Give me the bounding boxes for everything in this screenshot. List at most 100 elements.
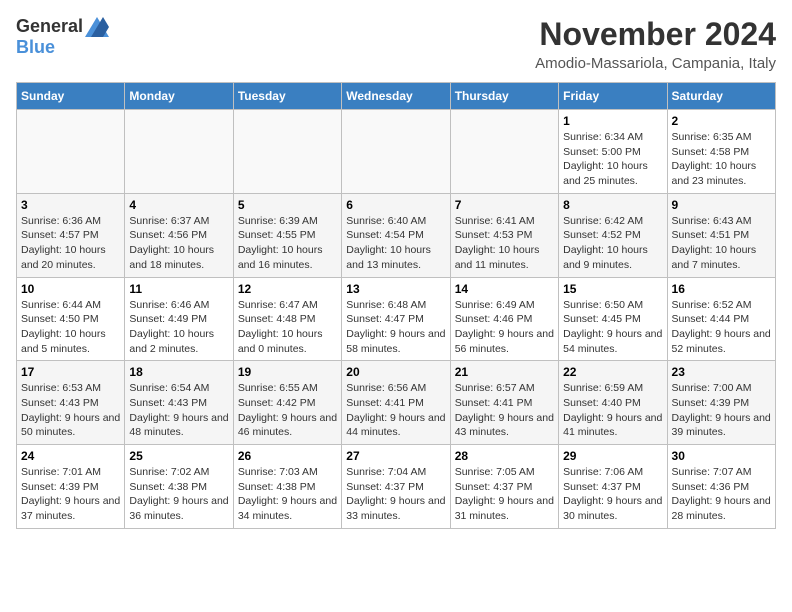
calendar-week-2: 10Sunrise: 6:44 AMSunset: 4:50 PMDayligh… bbox=[17, 277, 776, 361]
day-detail: Sunrise: 6:34 AMSunset: 5:00 PMDaylight:… bbox=[563, 130, 662, 189]
calendar-week-1: 3 Sunrise: 6:36 AMSunset: 4:57 PMDaylight… bbox=[17, 193, 776, 277]
calendar-header-row: SundayMondayTuesdayWednesdayThursdayFrid… bbox=[17, 83, 776, 110]
day-number: 19 bbox=[238, 365, 337, 379]
calendar-cell bbox=[17, 110, 125, 194]
day-detail: Sunrise: 7:05 AMSunset: 4:37 PMDaylight:… bbox=[455, 465, 554, 524]
day-number: 11 bbox=[129, 282, 228, 296]
weekday-header-saturday: Saturday bbox=[667, 83, 775, 110]
calendar-cell: 6 Sunrise: 6:40 AMSunset: 4:54 PMDaylight… bbox=[342, 193, 450, 277]
day-number: 25 bbox=[129, 449, 228, 463]
calendar-cell: 14Sunrise: 6:49 AMSunset: 4:46 PMDayligh… bbox=[450, 277, 558, 361]
calendar-week-3: 17Sunrise: 6:53 AMSunset: 4:43 PMDayligh… bbox=[17, 361, 776, 445]
day-detail: Sunrise: 7:02 AMSunset: 4:38 PMDaylight:… bbox=[129, 465, 228, 524]
day-number: 30 bbox=[672, 449, 771, 463]
day-number: 28 bbox=[455, 449, 554, 463]
day-detail: Sunrise: 6:50 AMSunset: 4:45 PMDaylight:… bbox=[563, 298, 662, 357]
day-number: 20 bbox=[346, 365, 445, 379]
calendar-cell: 9Sunrise: 6:43 AMSunset: 4:51 PMDaylight… bbox=[667, 193, 775, 277]
day-number: 22 bbox=[563, 365, 662, 379]
day-number: 29 bbox=[563, 449, 662, 463]
day-number: 23 bbox=[672, 365, 771, 379]
calendar-cell: 17Sunrise: 6:53 AMSunset: 4:43 PMDayligh… bbox=[17, 361, 125, 445]
day-detail: Sunrise: 7:06 AMSunset: 4:37 PMDaylight:… bbox=[563, 465, 662, 524]
day-detail: Sunrise: 6:57 AMSunset: 4:41 PMDaylight:… bbox=[455, 381, 554, 440]
day-detail: Sunrise: 6:59 AMSunset: 4:40 PMDaylight:… bbox=[563, 381, 662, 440]
calendar-cell: 27 Sunrise: 7:04 AMSunset: 4:37 PMDayligh… bbox=[342, 445, 450, 529]
calendar-cell: 21 Sunrise: 6:57 AMSunset: 4:41 PMDayligh… bbox=[450, 361, 558, 445]
logo-general-text: General bbox=[16, 16, 83, 37]
day-number: 18 bbox=[129, 365, 228, 379]
day-number: 26 bbox=[238, 449, 337, 463]
calendar-cell: 7 Sunrise: 6:41 AMSunset: 4:53 PMDaylight… bbox=[450, 193, 558, 277]
weekday-header-monday: Monday bbox=[125, 83, 233, 110]
calendar-cell: 24Sunrise: 7:01 AMSunset: 4:39 PMDayligh… bbox=[17, 445, 125, 529]
calendar-cell: 8 Sunrise: 6:42 AMSunset: 4:52 PMDaylight… bbox=[559, 193, 667, 277]
day-number: 8 bbox=[563, 198, 662, 212]
day-number: 27 bbox=[346, 449, 445, 463]
day-detail: Sunrise: 6:37 AMSunset: 4:56 PMDaylight:… bbox=[129, 214, 228, 273]
day-number: 7 bbox=[455, 198, 554, 212]
day-detail: Sunrise: 6:36 AMSunset: 4:57 PMDaylight:… bbox=[21, 214, 120, 273]
day-detail: Sunrise: 6:47 AMSunset: 4:48 PMDaylight:… bbox=[238, 298, 337, 357]
day-detail: Sunrise: 6:35 AMSunset: 4:58 PMDaylight:… bbox=[672, 130, 771, 189]
calendar-table: SundayMondayTuesdayWednesdayThursdayFrid… bbox=[16, 82, 776, 529]
calendar-cell: 5 Sunrise: 6:39 AMSunset: 4:55 PMDaylight… bbox=[233, 193, 341, 277]
logo-icon bbox=[85, 17, 109, 37]
calendar-week-4: 24Sunrise: 7:01 AMSunset: 4:39 PMDayligh… bbox=[17, 445, 776, 529]
day-detail: Sunrise: 6:42 AMSunset: 4:52 PMDaylight:… bbox=[563, 214, 662, 273]
day-detail: Sunrise: 6:52 AMSunset: 4:44 PMDaylight:… bbox=[672, 298, 771, 357]
day-detail: Sunrise: 6:49 AMSunset: 4:46 PMDaylight:… bbox=[455, 298, 554, 357]
calendar-cell: 12 Sunrise: 6:47 AMSunset: 4:48 PMDayligh… bbox=[233, 277, 341, 361]
calendar-cell: 25 Sunrise: 7:02 AMSunset: 4:38 PMDayligh… bbox=[125, 445, 233, 529]
calendar-body: 1 Sunrise: 6:34 AMSunset: 5:00 PMDaylight… bbox=[17, 110, 776, 529]
day-number: 3 bbox=[21, 198, 120, 212]
day-detail: Sunrise: 6:39 AMSunset: 4:55 PMDaylight:… bbox=[238, 214, 337, 273]
logo: General Blue bbox=[16, 16, 109, 58]
weekday-header-sunday: Sunday bbox=[17, 83, 125, 110]
day-number: 4 bbox=[129, 198, 228, 212]
calendar-cell: 2 Sunrise: 6:35 AMSunset: 4:58 PMDaylight… bbox=[667, 110, 775, 194]
day-detail: Sunrise: 6:48 AMSunset: 4:47 PMDaylight:… bbox=[346, 298, 445, 357]
day-number: 5 bbox=[238, 198, 337, 212]
calendar-week-0: 1 Sunrise: 6:34 AMSunset: 5:00 PMDaylight… bbox=[17, 110, 776, 194]
day-number: 1 bbox=[563, 114, 662, 128]
day-number: 2 bbox=[672, 114, 771, 128]
day-detail: Sunrise: 6:40 AMSunset: 4:54 PMDaylight:… bbox=[346, 214, 445, 273]
calendar-cell bbox=[342, 110, 450, 194]
page-header: General Blue November 2024 Amodio-Massar… bbox=[16, 16, 776, 72]
title-area: November 2024 Amodio-Massariola, Campani… bbox=[535, 16, 776, 72]
day-number: 21 bbox=[455, 365, 554, 379]
calendar-cell: 28 Sunrise: 7:05 AMSunset: 4:37 PMDayligh… bbox=[450, 445, 558, 529]
day-detail: Sunrise: 6:55 AMSunset: 4:42 PMDaylight:… bbox=[238, 381, 337, 440]
day-number: 6 bbox=[346, 198, 445, 212]
day-detail: Sunrise: 7:04 AMSunset: 4:37 PMDaylight:… bbox=[346, 465, 445, 524]
day-number: 15 bbox=[563, 282, 662, 296]
day-number: 24 bbox=[21, 449, 120, 463]
calendar-cell: 19 Sunrise: 6:55 AMSunset: 4:42 PMDayligh… bbox=[233, 361, 341, 445]
calendar-cell: 3 Sunrise: 6:36 AMSunset: 4:57 PMDaylight… bbox=[17, 193, 125, 277]
calendar-cell: 18Sunrise: 6:54 AMSunset: 4:43 PMDayligh… bbox=[125, 361, 233, 445]
day-detail: Sunrise: 6:41 AMSunset: 4:53 PMDaylight:… bbox=[455, 214, 554, 273]
day-number: 12 bbox=[238, 282, 337, 296]
calendar-cell: 4 Sunrise: 6:37 AMSunset: 4:56 PMDaylight… bbox=[125, 193, 233, 277]
calendar-cell bbox=[125, 110, 233, 194]
calendar-cell: 11 Sunrise: 6:46 AMSunset: 4:49 PMDayligh… bbox=[125, 277, 233, 361]
calendar-cell: 30 Sunrise: 7:07 AMSunset: 4:36 PMDayligh… bbox=[667, 445, 775, 529]
calendar-cell: 29 Sunrise: 7:06 AMSunset: 4:37 PMDayligh… bbox=[559, 445, 667, 529]
location-title: Amodio-Massariola, Campania, Italy bbox=[535, 55, 776, 72]
day-number: 9 bbox=[672, 198, 771, 212]
day-detail: Sunrise: 7:00 AMSunset: 4:39 PMDaylight:… bbox=[672, 381, 771, 440]
weekday-header-wednesday: Wednesday bbox=[342, 83, 450, 110]
calendar-cell: 22 Sunrise: 6:59 AMSunset: 4:40 PMDayligh… bbox=[559, 361, 667, 445]
day-detail: Sunrise: 6:46 AMSunset: 4:49 PMDaylight:… bbox=[129, 298, 228, 357]
calendar-cell: 10Sunrise: 6:44 AMSunset: 4:50 PMDayligh… bbox=[17, 277, 125, 361]
calendar-cell: 16 Sunrise: 6:52 AMSunset: 4:44 PMDayligh… bbox=[667, 277, 775, 361]
weekday-header-tuesday: Tuesday bbox=[233, 83, 341, 110]
day-detail: Sunrise: 7:07 AMSunset: 4:36 PMDaylight:… bbox=[672, 465, 771, 524]
calendar-cell: 23 Sunrise: 7:00 AMSunset: 4:39 PMDayligh… bbox=[667, 361, 775, 445]
logo-blue-text: Blue bbox=[16, 37, 55, 58]
calendar-cell: 20Sunrise: 6:56 AMSunset: 4:41 PMDayligh… bbox=[342, 361, 450, 445]
day-number: 16 bbox=[672, 282, 771, 296]
calendar-cell bbox=[233, 110, 341, 194]
calendar-cell: 26Sunrise: 7:03 AMSunset: 4:38 PMDayligh… bbox=[233, 445, 341, 529]
